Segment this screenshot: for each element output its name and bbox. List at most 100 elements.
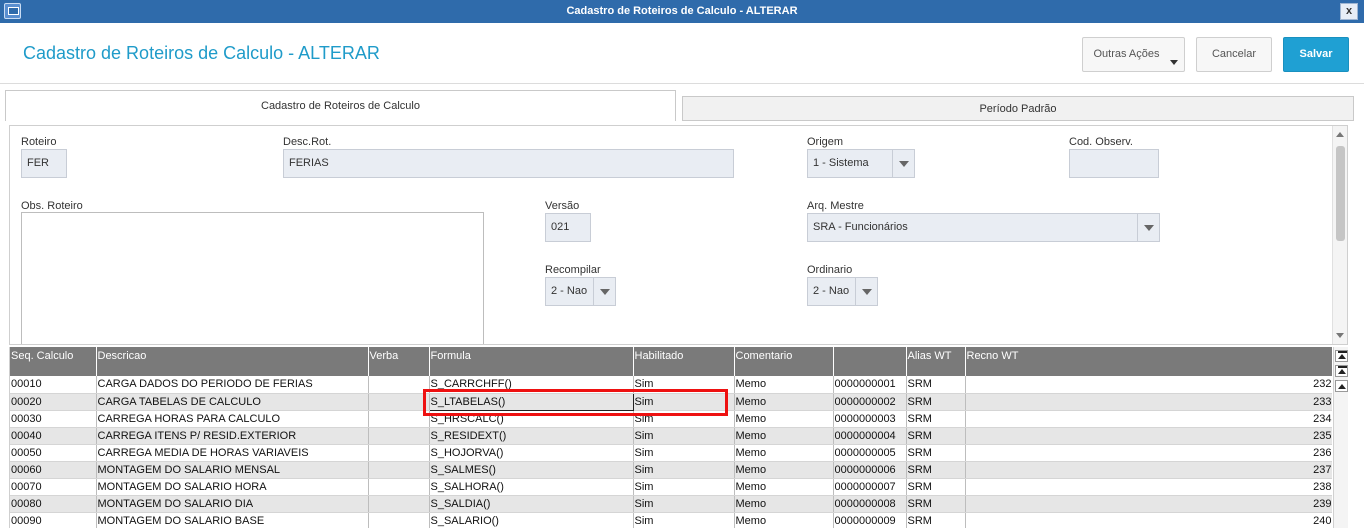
column-header-recno-wt[interactable]: Recno WT xyxy=(965,347,1332,376)
column-header-comentario[interactable]: Comentario xyxy=(734,347,834,376)
column-header-alias-wt[interactable]: Alias WT xyxy=(906,347,966,376)
cell-recno-wt[interactable]: 240 xyxy=(965,512,1332,528)
cell-alias-wt[interactable]: SRM xyxy=(906,444,966,462)
cell-formula[interactable]: S_SALDIA() xyxy=(429,495,634,513)
cell-habilitado[interactable]: Sim xyxy=(633,427,735,445)
cell-habilitado[interactable]: Sim xyxy=(633,376,735,394)
table-row[interactable]: 00020 CARGA TABELAS DE CALCULO S_LTABELAS(… xyxy=(10,392,1332,411)
cell-comentario[interactable]: Memo xyxy=(734,495,834,513)
cell-habilitado[interactable]: Sim xyxy=(633,393,735,411)
cell-verba[interactable] xyxy=(368,444,430,462)
cell-verba[interactable] xyxy=(368,512,430,528)
scroll-up-icon[interactable] xyxy=(1335,380,1348,392)
cell-comentario[interactable]: Memo xyxy=(734,427,834,445)
form-scrollbar[interactable] xyxy=(1332,126,1347,344)
scroll-page-up-icon[interactable] xyxy=(1335,365,1348,377)
scroll-top-icon[interactable] xyxy=(1335,350,1348,362)
table-row[interactable]: 00010 CARGA DADOS DO PERIODO DE FERIAS S_C… xyxy=(10,376,1332,394)
desc-rot-field[interactable]: FERIAS xyxy=(283,149,734,178)
cell-alias-wt[interactable]: SRM xyxy=(906,410,966,428)
cell-habilitado[interactable]: Sim xyxy=(633,410,735,428)
obs-roteiro-textarea[interactable] xyxy=(21,212,484,344)
cell-codigo[interactable]: 0000000006 xyxy=(833,461,907,479)
cell-comentario[interactable]: Memo xyxy=(734,461,834,479)
cell-seq-calculo[interactable]: 00010 xyxy=(10,376,97,394)
cell-seq-calculo[interactable]: 00060 xyxy=(10,461,97,479)
cell-verba[interactable] xyxy=(368,376,430,394)
scroll-thumb[interactable] xyxy=(1336,146,1345,241)
cell-seq-calculo[interactable]: 00050 xyxy=(10,444,97,462)
table-row[interactable]: 00030 CARREGA HORAS PARA CALCULO S_HRSCALC… xyxy=(10,410,1332,428)
cell-codigo[interactable]: 0000000008 xyxy=(833,495,907,513)
table-row[interactable]: 00080 MONTAGEM DO SALARIO DIA S_SALDIA() Si… xyxy=(10,495,1332,513)
column-header-descricao[interactable]: Descricao xyxy=(96,347,369,376)
cell-verba[interactable] xyxy=(368,495,430,513)
cell-comentario[interactable]: Memo xyxy=(734,444,834,462)
cell-alias-wt[interactable]: SRM xyxy=(906,393,966,411)
table-row[interactable]: 00060 MONTAGEM DO SALARIO MENSAL S_SALMES(… xyxy=(10,461,1332,479)
cell-formula[interactable]: S_HOJORVA() xyxy=(429,444,634,462)
cell-recno-wt[interactable]: 236 xyxy=(965,444,1332,462)
cell-habilitado[interactable]: Sim xyxy=(633,512,735,528)
cell-comentario[interactable]: Memo xyxy=(734,512,834,528)
cell-descricao[interactable]: CARREGA HORAS PARA CALCULO xyxy=(96,410,369,428)
cell-descricao[interactable]: CARREGA ITENS P/ RESID.EXTERIOR xyxy=(96,427,369,445)
chevron-down-icon[interactable] xyxy=(1137,214,1159,241)
cell-descricao[interactable]: MONTAGEM DO SALARIO HORA xyxy=(96,478,369,496)
cell-formula[interactable]: S_CARRCHFF() xyxy=(429,376,634,394)
cell-comentario[interactable]: Memo xyxy=(734,376,834,394)
outras-acoes-button[interactable]: Outras Ações xyxy=(1082,37,1185,72)
close-button[interactable]: x xyxy=(1340,3,1358,20)
cell-comentario[interactable]: Memo xyxy=(734,410,834,428)
cell-alias-wt[interactable]: SRM xyxy=(906,461,966,479)
cancel-button[interactable]: Cancelar xyxy=(1196,37,1272,72)
cell-seq-calculo[interactable]: 00040 xyxy=(10,427,97,445)
cell-alias-wt[interactable]: SRM xyxy=(906,376,966,394)
roteiro-field[interactable]: FER xyxy=(21,149,67,178)
column-header-codigo[interactable] xyxy=(833,347,907,376)
column-header-verba[interactable]: Verba xyxy=(368,347,430,376)
column-header-seq-calculo[interactable]: Seq. Calculo xyxy=(10,347,97,376)
tab-cadastro-roteiros[interactable]: Cadastro de Roteiros de Calculo xyxy=(5,90,676,121)
cell-descricao[interactable]: MONTAGEM DO SALARIO BASE xyxy=(96,512,369,528)
cell-habilitado[interactable]: Sim xyxy=(633,495,735,513)
chevron-down-icon[interactable] xyxy=(892,150,914,177)
cell-alias-wt[interactable]: SRM xyxy=(906,495,966,513)
table-row[interactable]: 00050 CARREGA MEDIA DE HORAS VARIAVEIS S_H… xyxy=(10,444,1332,462)
cell-formula[interactable]: S_SALMES() xyxy=(429,461,634,479)
column-header-formula[interactable]: Formula xyxy=(429,347,634,376)
cod-observ-field[interactable] xyxy=(1069,149,1159,178)
cell-descricao[interactable]: MONTAGEM DO SALARIO MENSAL xyxy=(96,461,369,479)
cell-seq-calculo[interactable]: 00090 xyxy=(10,512,97,528)
cell-descricao[interactable]: CARGA TABELAS DE CALCULO xyxy=(96,393,369,411)
cell-recno-wt[interactable]: 234 xyxy=(965,410,1332,428)
cell-verba[interactable] xyxy=(368,461,430,479)
scroll-down-icon[interactable] xyxy=(1336,333,1344,338)
tab-periodo-padrao[interactable]: Período Padrão xyxy=(682,96,1354,121)
cell-formula[interactable]: S_HRSCALC() xyxy=(429,410,634,428)
cell-descricao[interactable]: CARGA DADOS DO PERIODO DE FERIAS xyxy=(96,376,369,394)
cell-comentario[interactable]: Memo xyxy=(734,393,834,411)
table-row[interactable]: 00070 MONTAGEM DO SALARIO HORA S_SALHORA()… xyxy=(10,478,1332,496)
cell-seq-calculo[interactable]: 00070 xyxy=(10,478,97,496)
ordinario-select[interactable]: 2 - Nao xyxy=(807,277,878,306)
versao-field[interactable]: 021 xyxy=(545,213,591,242)
cell-alias-wt[interactable]: SRM xyxy=(906,427,966,445)
grid-scrollbar[interactable] xyxy=(1333,347,1348,528)
cell-formula[interactable]: S_RESIDEXT() xyxy=(429,427,634,445)
cell-codigo[interactable]: 0000000009 xyxy=(833,512,907,528)
table-row[interactable]: 00090 MONTAGEM DO SALARIO BASE S_SALARIO()… xyxy=(10,512,1332,528)
cell-habilitado[interactable]: Sim xyxy=(633,444,735,462)
cell-descricao[interactable]: MONTAGEM DO SALARIO DIA xyxy=(96,495,369,513)
cell-formula[interactable]: S_LTABELAS() xyxy=(428,392,634,411)
cell-verba[interactable] xyxy=(368,478,430,496)
cell-recno-wt[interactable]: 238 xyxy=(965,478,1332,496)
cell-seq-calculo[interactable]: 00080 xyxy=(10,495,97,513)
save-button[interactable]: Salvar xyxy=(1283,37,1349,72)
cell-habilitado[interactable]: Sim xyxy=(633,478,735,496)
cell-recno-wt[interactable]: 235 xyxy=(965,427,1332,445)
arq-mestre-select[interactable]: SRA - Funcionários xyxy=(807,213,1160,242)
column-header-habilitado[interactable]: Habilitado xyxy=(633,347,735,376)
cell-formula[interactable]: S_SALHORA() xyxy=(429,478,634,496)
cell-descricao[interactable]: CARREGA MEDIA DE HORAS VARIAVEIS xyxy=(96,444,369,462)
